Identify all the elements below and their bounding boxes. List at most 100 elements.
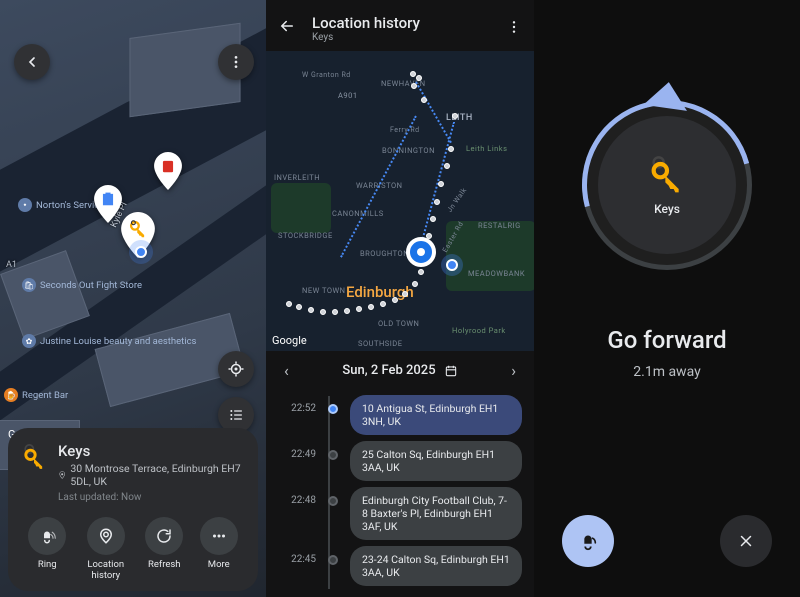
timeline-dot — [328, 555, 338, 565]
poi-label: Seconds Out Fight Store — [40, 280, 142, 291]
tag-pin-luggage[interactable] — [152, 152, 184, 190]
history-panel: Location history Keys W Granton Rd NEWHA… — [266, 0, 534, 597]
track-dot — [308, 307, 314, 313]
timeline-address: 25 Calton Sq, Edinburgh EH1 3AA, UK — [350, 441, 522, 481]
map-label: Holyrood Park — [452, 326, 506, 335]
track-dot — [296, 304, 302, 310]
track-dot — [416, 75, 422, 81]
timeline: 22:52 10 Antigua St, Edinburgh EH1 3NH, … — [266, 392, 534, 589]
refresh-action[interactable]: Refresh — [145, 517, 183, 581]
action-label: Location history — [83, 559, 129, 581]
map-label: A901 — [338, 91, 358, 100]
park-area — [271, 183, 331, 233]
item-card[interactable]: Keys 30 Montrose Terrace, Edinburgh EH7 … — [8, 428, 258, 591]
timeline-time: 22:45 — [278, 546, 316, 565]
location-icon — [58, 470, 66, 480]
chevron-left-icon — [24, 54, 40, 70]
track-dot — [332, 309, 338, 315]
track-line — [340, 116, 417, 258]
timeline-address: 23-24 Calton Sq, Edinburgh EH1 3AA, UK — [350, 546, 522, 586]
poi-label: Justine Louise beauty and aesthetics — [40, 336, 196, 347]
map-label: RESTALRIG — [478, 221, 521, 230]
timeline-dot — [328, 404, 338, 414]
date-text: Sun, 2 Feb 2025 — [342, 363, 435, 378]
action-label: Refresh — [148, 559, 181, 570]
timeline-row[interactable]: 22:49 25 Calton Sq, Edinburgh EH1 3AA, U… — [278, 438, 522, 484]
track-dot — [392, 297, 398, 303]
locate-icon — [227, 360, 245, 378]
user-location-dot — [135, 246, 147, 258]
map-label: CANONMILLS — [332, 209, 384, 218]
track-dot — [444, 163, 450, 169]
track-dot — [344, 308, 350, 314]
google-attribution: Google — [272, 334, 307, 347]
ring-icon — [577, 530, 599, 552]
track-dot — [320, 309, 326, 315]
direction-panel: Keys Go forward 2.1m away — [534, 0, 800, 597]
map-label: NEW TOWN — [302, 286, 346, 295]
map-label: W Granton Rd — [302, 71, 351, 79]
list-icon — [228, 407, 244, 423]
item-address-text: 30 Montrose Terrace, Edinburgh EH7 5DL, … — [70, 462, 246, 488]
ring-button[interactable] — [562, 515, 614, 567]
date-selector: ‹ Sun, 2 Feb 2025 › — [266, 351, 534, 392]
map-label: BROUGHTON — [360, 249, 409, 258]
back-button[interactable] — [14, 44, 50, 80]
more-button[interactable] — [218, 44, 254, 80]
poi-regent[interactable]: 🍺Regent Bar — [4, 388, 68, 402]
track-dot — [418, 269, 424, 275]
compass-item-label: Keys — [654, 202, 680, 216]
track-dot — [410, 71, 416, 77]
timeline-address: 10 Antigua St, Edinburgh EH1 3NH, UK — [350, 395, 522, 435]
refresh-icon — [155, 527, 173, 545]
timeline-time: 22:49 — [278, 441, 316, 460]
more-button[interactable] — [506, 19, 522, 39]
close-icon — [737, 532, 755, 550]
map-label: MEADOWBANK — [468, 269, 525, 278]
prev-day-button[interactable]: ‹ — [284, 361, 289, 380]
history-action[interactable]: Location history — [83, 517, 129, 581]
poi-seconds[interactable]: 🛍Seconds Out Fight Store — [22, 278, 142, 292]
track-dot — [448, 146, 454, 152]
map-label: STOCKBRIDGE — [278, 231, 333, 240]
back-button[interactable] — [278, 17, 300, 40]
map-label: OLD TOWN — [378, 319, 419, 328]
current-location-pin[interactable] — [406, 237, 436, 267]
track-dot — [368, 304, 374, 310]
timeline-row[interactable]: 22:45 23-24 Calton Sq, Edinburgh EH1 3AA… — [278, 543, 522, 589]
ring-action[interactable]: Ring — [28, 517, 66, 581]
more-action[interactable]: More — [200, 517, 238, 581]
close-button[interactable] — [720, 515, 772, 567]
road-label: A1 — [6, 260, 17, 270]
next-day-button[interactable]: › — [511, 361, 516, 380]
timeline-time: 22:52 — [278, 395, 316, 414]
track-dot — [402, 291, 408, 297]
calendar-icon — [444, 364, 458, 378]
page-subtitle: Keys — [312, 32, 494, 43]
track-dot — [434, 199, 440, 205]
track-dot — [356, 306, 362, 312]
map-label: LEITH — [446, 113, 473, 123]
map-label: Leith Links — [466, 144, 507, 153]
map-label: SOUTHSIDE — [358, 339, 402, 348]
item-title: Keys — [58, 442, 246, 460]
poi-justine[interactable]: ✿Justine Louise beauty and aesthetics — [22, 334, 196, 348]
key-icon — [647, 154, 687, 194]
timeline-row[interactable]: 22:52 10 Antigua St, Edinburgh EH1 3NH, … — [278, 392, 522, 438]
selected-date[interactable]: Sun, 2 Feb 2025 — [342, 363, 457, 378]
location-history-icon — [97, 527, 115, 545]
key-icon — [20, 442, 48, 470]
user-location-dot — [446, 259, 458, 271]
history-header: Location history Keys — [266, 0, 534, 47]
item-updated: Last updated: Now — [58, 492, 246, 503]
track-dot — [430, 216, 436, 222]
recenter-button[interactable] — [218, 351, 254, 387]
timeline-row[interactable]: 22:48 Edinburgh City Football Club, 7-8 … — [278, 484, 522, 543]
more-vert-icon — [506, 19, 522, 35]
history-map[interactable]: W Granton Rd NEWHAVEN A901 LEITH Ferry R… — [266, 51, 534, 351]
track-dot — [421, 97, 427, 103]
track-dot — [412, 281, 418, 287]
track-dot — [438, 181, 444, 187]
map-label: BONNINGTON — [382, 146, 435, 155]
item-address: 30 Montrose Terrace, Edinburgh EH7 5DL, … — [58, 462, 246, 488]
